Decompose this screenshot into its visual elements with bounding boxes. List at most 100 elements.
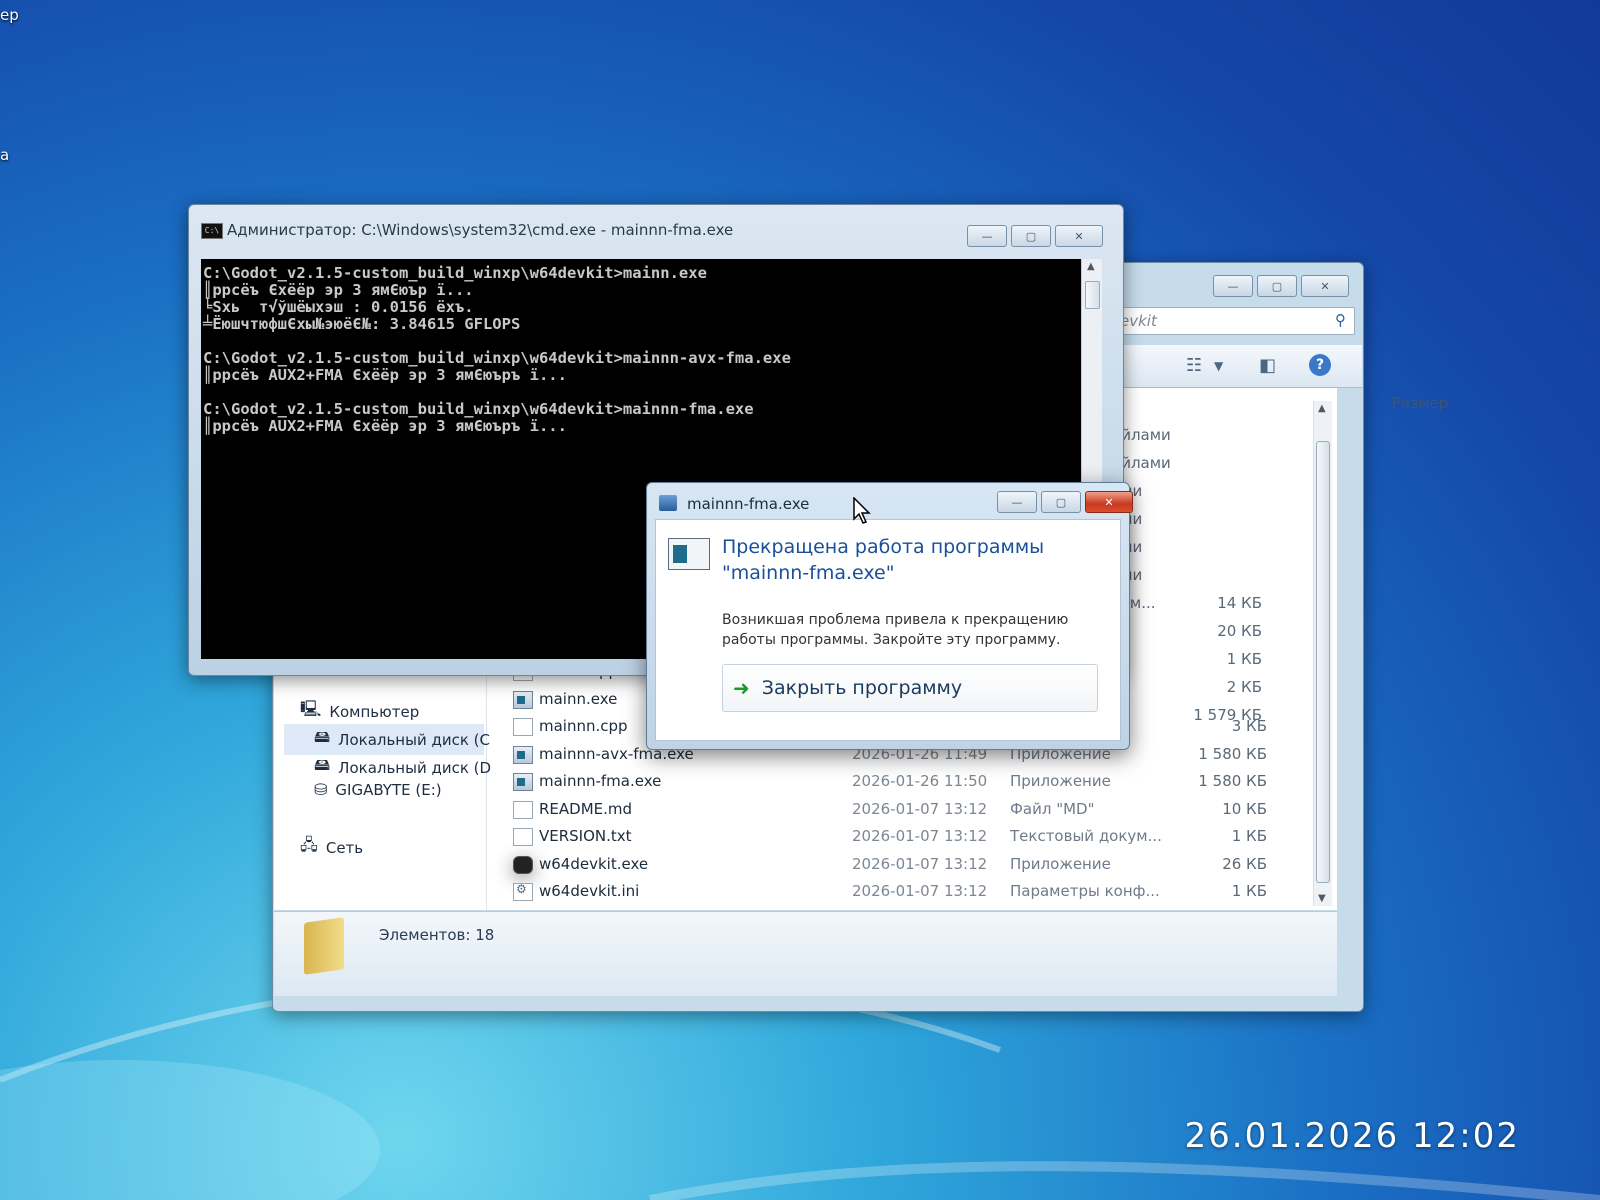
minimize-button[interactable]: — xyxy=(997,491,1037,513)
mouse-cursor-icon xyxy=(853,497,871,524)
file-type: Приложение xyxy=(1010,772,1111,790)
minimize-button[interactable]: — xyxy=(967,225,1007,247)
nav-label: Локальный диск (C xyxy=(338,730,490,749)
maximize-button[interactable]: ▢ xyxy=(1011,225,1051,247)
file-icon xyxy=(513,828,533,846)
nav-label: Компьютер xyxy=(329,702,420,721)
dialog-content: Прекращена работа программы "mainnn-fma.… xyxy=(655,519,1121,741)
search-text: evkit xyxy=(1120,312,1157,330)
scroll-up-icon[interactable]: ▲ xyxy=(1087,261,1095,272)
file-name: VERSION.txt xyxy=(539,827,632,845)
file-type: Файл "MD" xyxy=(1010,799,1095,818)
partial-file-size: 1 579 КБ xyxy=(1193,706,1262,724)
scroll-up-icon[interactable]: ▲ xyxy=(1318,403,1326,414)
file-size: 1 КБ xyxy=(1231,882,1267,900)
file-row[interactable]: w64devkit.ini 2026-01-07 13:12 Параметры к… xyxy=(487,878,1337,905)
minimize-button[interactable]: — xyxy=(1213,275,1253,297)
cmd-window-controls: — ▢ ✕ xyxy=(967,225,1103,247)
console-text: C:\Godot_v2.1.5-custom_build_winxp\w64de… xyxy=(203,264,791,435)
file-icon xyxy=(513,745,533,764)
file-date: 2026-01-07 13:12 xyxy=(852,799,988,818)
partial-file-size: 14 КБ xyxy=(1217,594,1262,612)
file-name: w64devkit.ini xyxy=(539,882,640,900)
file-icon xyxy=(513,855,533,874)
dialog-window-controls: — ▢ ✕ xyxy=(997,491,1133,513)
view-options-icon[interactable]: ☷ xyxy=(1186,355,1202,376)
dialog-message: Возникшая проблема привела к прекращению… xyxy=(722,612,1069,648)
photo-timestamp: 26.01.2026 12:02 xyxy=(1184,1116,1520,1156)
file-size: 1 580 КБ xyxy=(1198,744,1267,763)
file-row[interactable]: w64devkit.exe 2026-01-07 13:12 Приложение 2… xyxy=(487,851,1337,878)
item-count: Элементов: 18 xyxy=(379,926,495,944)
file-name: mainnn-fma.exe xyxy=(539,772,662,790)
file-size: 1 КБ xyxy=(1231,827,1267,845)
desktop-icon-label[interactable]: а xyxy=(0,146,9,164)
network-icon: 🖧 xyxy=(300,835,318,854)
search-input[interactable]: evkit ⚲ xyxy=(1113,307,1355,335)
computer-icon: 🖳 xyxy=(300,699,322,718)
scrollbar-thumb[interactable] xyxy=(1085,281,1100,309)
drive-icon: 🖴 xyxy=(314,727,331,746)
partial-file-size: 2 КБ xyxy=(1226,678,1262,696)
arrow-right-icon: ➜ xyxy=(733,676,750,700)
heading-line: Прекращена работа программы xyxy=(722,536,1045,558)
file-icon xyxy=(513,882,533,901)
file-size: 1 580 КБ xyxy=(1198,772,1267,790)
file-name: w64devkit.exe xyxy=(539,854,649,873)
cmd-icon: C:\ xyxy=(201,223,223,239)
close-program-button[interactable]: ➜ Закрыть программу xyxy=(722,664,1098,712)
maximize-button[interactable]: ▢ xyxy=(1257,275,1297,297)
preview-pane-icon[interactable]: ◧ xyxy=(1259,355,1276,376)
file-row[interactable]: VERSION.txt 2026-01-07 13:12 Текстовый док… xyxy=(487,823,1337,850)
partial-file-size: 20 КБ xyxy=(1217,622,1262,640)
file-icon xyxy=(513,718,533,736)
file-name: mainn.exe xyxy=(539,689,618,708)
file-type: Текстовый докум... xyxy=(1010,827,1162,845)
dialog-title: mainnn-fma.exe xyxy=(687,495,810,513)
nav-item-network[interactable]: 🖧 Сеть xyxy=(300,834,363,861)
window-title: Администратор: C:\Windows\system32\cmd.e… xyxy=(227,221,734,239)
file-icon xyxy=(513,690,533,709)
file-size: 10 КБ xyxy=(1222,799,1267,818)
usb-drive-icon: ⛁ xyxy=(314,780,328,799)
app-window-icon xyxy=(659,495,677,511)
file-date: 2026-01-26 11:50 xyxy=(852,772,988,790)
nav-item-computer[interactable]: 🖳 Компьютер xyxy=(300,698,419,725)
file-name: README.md xyxy=(539,799,633,818)
explorer-window-controls: — ▢ ✕ xyxy=(1213,275,1349,297)
file-icon xyxy=(513,773,533,791)
file-row[interactable]: mainnn-fma.exe 2026-01-26 11:50 Приложение… xyxy=(487,768,1337,795)
vertical-scrollbar[interactable]: ▲ ▼ xyxy=(1313,401,1332,906)
nav-label: Локальный диск (D xyxy=(338,758,492,777)
partial-file-size: 1 КБ xyxy=(1226,650,1262,668)
desktop-icon-label[interactable]: ер xyxy=(0,6,19,24)
file-date: 2026-01-07 13:12 xyxy=(852,827,988,845)
drive-icon: 🖴 xyxy=(314,755,331,774)
column-header-size[interactable]: Размер xyxy=(1392,394,1448,412)
close-button[interactable]: ✕ xyxy=(1055,225,1103,247)
nav-item-disk-c[interactable]: 🖴 Локальный диск (C xyxy=(284,724,490,755)
scrollbar-thumb[interactable] xyxy=(1316,441,1330,883)
nav-label: GIGABYTE (E:) xyxy=(335,780,442,799)
nav-item-gigabyte[interactable]: ⛁ GIGABYTE (E:) xyxy=(314,780,442,799)
heading-line: "mainnn-fma.exe" xyxy=(722,562,895,584)
file-size: 26 КБ xyxy=(1222,854,1267,873)
scroll-down-icon[interactable]: ▼ xyxy=(1318,893,1326,904)
crash-dialog[interactable]: mainnn-fma.exe — ▢ ✕ Прекращена работа п… xyxy=(646,482,1133,750)
file-icon xyxy=(513,800,533,819)
dialog-heading: Прекращена работа программы "mainnn-fma.… xyxy=(722,534,1112,586)
file-date: 2026-01-07 13:12 xyxy=(852,882,988,900)
search-icon[interactable]: ⚲ xyxy=(1335,311,1346,329)
close-button[interactable]: ✕ xyxy=(1085,491,1133,513)
close-button[interactable]: ✕ xyxy=(1301,275,1349,297)
file-row[interactable]: README.md 2026-01-07 13:12 Файл "MD" 10 КБ xyxy=(487,796,1337,823)
chevron-down-icon[interactable]: ▼ xyxy=(1214,359,1223,373)
status-bar: Элементов: 18 xyxy=(274,911,1337,996)
maximize-button[interactable]: ▢ xyxy=(1041,491,1081,513)
file-type: Приложение xyxy=(1010,854,1111,873)
file-date: 2026-01-07 13:12 xyxy=(852,854,988,873)
file-name: mainnn.cpp xyxy=(539,717,628,735)
nav-label: Сеть xyxy=(325,838,364,857)
help-icon[interactable]: ? xyxy=(1309,354,1331,376)
nav-item-disk-d[interactable]: 🖴 Локальный диск (D xyxy=(314,754,491,781)
